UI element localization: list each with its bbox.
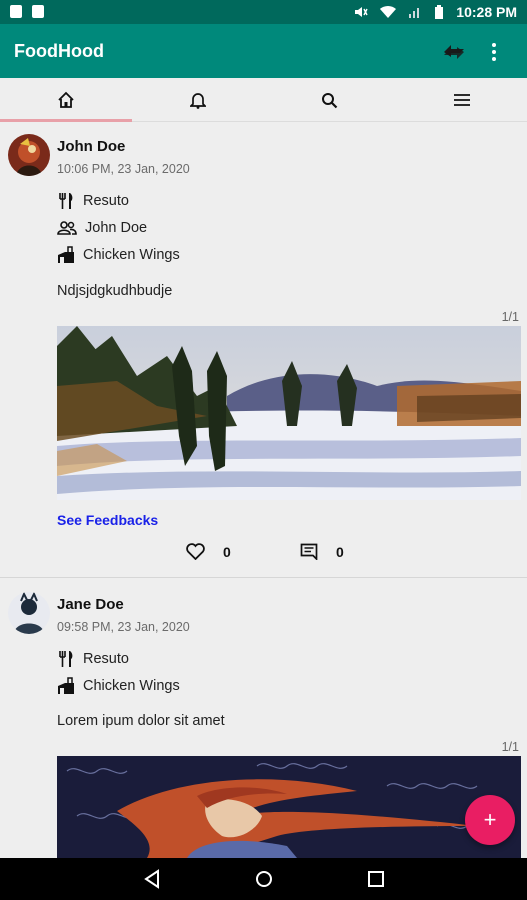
more-vert-icon[interactable] — [484, 39, 504, 65]
author-name[interactable]: John Doe — [57, 138, 125, 155]
plus-icon: + — [483, 807, 497, 832]
tab-indicator — [0, 119, 132, 122]
hamburger-menu-icon — [453, 94, 470, 106]
notification-icon — [32, 5, 44, 18]
post-image[interactable] — [57, 756, 521, 858]
like-button[interactable]: 0 — [186, 543, 231, 560]
avatar[interactable] — [8, 592, 50, 634]
post-description: Ndjsjdgkudhbudje — [57, 283, 173, 299]
bell-icon — [189, 93, 206, 109]
app-bar: FoodHood — [0, 24, 527, 78]
author-name[interactable]: Jane Doe — [57, 596, 124, 613]
system-nav-bar — [0, 858, 527, 900]
companion-row: John Doe — [57, 217, 147, 239]
dish-name: Chicken Wings — [83, 247, 180, 263]
tab-search[interactable] — [264, 78, 395, 122]
signal-icon — [409, 8, 420, 18]
post-image[interactable] — [57, 326, 521, 500]
restaurant-name: Resuto — [83, 193, 129, 209]
heart-icon — [186, 543, 205, 560]
restaurant-icon — [59, 651, 73, 667]
mute-icon — [355, 7, 368, 17]
add-post-button[interactable]: + — [465, 795, 515, 845]
image-counter: 1/1 — [501, 740, 519, 754]
see-feedbacks-link[interactable]: See Feedbacks — [57, 512, 158, 528]
tab-home[interactable] — [0, 78, 131, 122]
comment-count: 0 — [336, 543, 344, 560]
tab-notifications[interactable] — [132, 78, 263, 122]
post-description: Lorem ipum dolor sit amet — [57, 713, 225, 729]
avatar[interactable] — [8, 134, 50, 176]
search-icon — [322, 92, 338, 108]
sim-icon — [10, 5, 22, 18]
dish-row: Chicken Wings — [57, 244, 180, 266]
recents-icon[interactable] — [365, 869, 387, 889]
dish-name: Chicken Wings — [83, 678, 180, 694]
dish-row: Chicken Wings — [57, 675, 180, 697]
dish-icon — [58, 677, 74, 694]
post-timestamp: 10:06 PM, 23 Jan, 2020 — [57, 162, 190, 176]
comment-button[interactable]: 0 — [300, 543, 344, 560]
image-counter: 1/1 — [501, 310, 519, 324]
people-icon — [57, 221, 77, 235]
like-count: 0 — [223, 543, 231, 560]
comment-icon — [300, 543, 318, 560]
app-title: FoodHood — [14, 41, 104, 61]
sync-icon[interactable] — [440, 39, 468, 65]
companion-name: John Doe — [85, 220, 148, 236]
post-divider — [0, 577, 527, 578]
notification-icons — [10, 5, 44, 18]
battery-icon — [435, 4, 444, 19]
home-nav-icon[interactable] — [253, 869, 275, 889]
restaurant-row: Resuto — [57, 190, 129, 212]
wifi-icon — [380, 5, 397, 19]
dish-icon — [58, 246, 74, 263]
restaurant-name: Resuto — [83, 651, 129, 667]
restaurant-row: Resuto — [57, 648, 129, 670]
post-timestamp: 09:58 PM, 23 Jan, 2020 — [57, 620, 190, 634]
restaurant-icon — [59, 193, 73, 209]
tab-bar — [0, 78, 527, 122]
tab-menu[interactable] — [396, 78, 527, 122]
status-bar: 10:28 PM — [0, 0, 527, 24]
clock: 10:28 PM — [456, 4, 517, 20]
back-icon[interactable] — [142, 869, 164, 889]
home-icon — [57, 91, 74, 108]
